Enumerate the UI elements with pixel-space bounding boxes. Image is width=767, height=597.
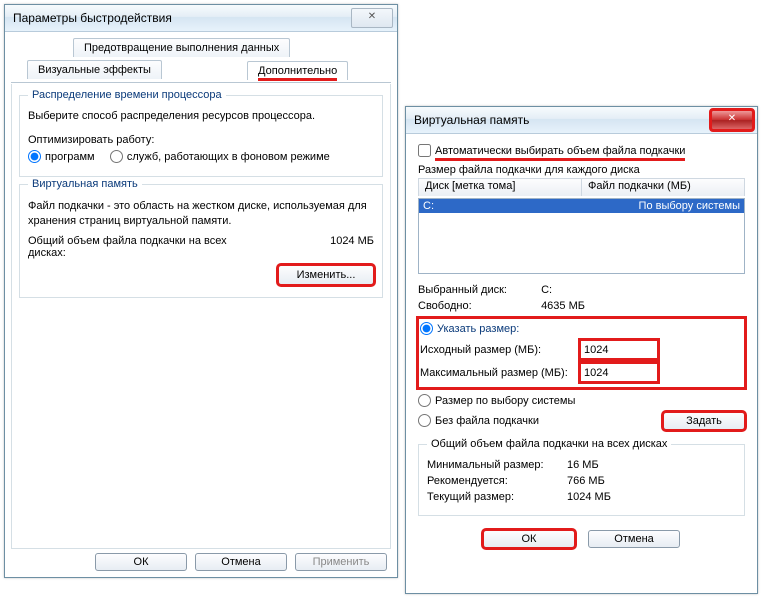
radio-services[interactable]: служб, работающих в фоновом режиме [110, 151, 330, 163]
recommended-label: Рекомендуется: [427, 475, 567, 487]
window-title: Виртуальная память [414, 113, 529, 127]
ok-button[interactable]: ОК [95, 553, 187, 571]
radio-custom-size[interactable]: Указать размер: [420, 323, 519, 335]
group-legend: Распределение времени процессора [28, 89, 226, 101]
group-totals: Общий объем файла подкачки на всех диска… [418, 444, 745, 516]
totals-legend: Общий объем файла подкачки на всех диска… [427, 438, 671, 450]
current-size-value: 1024 МБ [567, 491, 611, 503]
free-space-label: Свободно: [418, 300, 538, 312]
checkbox-auto-label: Автоматически выбирать объем файла подка… [435, 145, 685, 161]
selected-drive-value: C: [541, 284, 552, 296]
scheduling-desc: Выберите способ распределения ресурсов п… [28, 110, 374, 122]
cancel-button[interactable]: Отмена [588, 530, 680, 548]
initial-size-label: Исходный размер (МБ): [420, 344, 580, 356]
checkbox-auto-manage[interactable]: Автоматически выбирать объем файла подка… [418, 144, 745, 158]
radio-programs[interactable]: программ [28, 151, 95, 163]
titlebar: Виртуальная память ✕ [406, 107, 757, 134]
max-size-input[interactable] [580, 363, 658, 382]
optimize-label: Оптимизировать работу: [28, 134, 374, 146]
group-virtual-memory: Виртуальная память Файл подкачки - это о… [19, 184, 383, 298]
tab-panel-advanced: Распределение времени процессора Выберит… [11, 84, 391, 549]
max-size-label: Максимальный размер (МБ): [420, 367, 580, 379]
vm-desc: Файл подкачки - это область на жестком д… [28, 199, 374, 229]
min-size-label: Минимальный размер: [427, 459, 567, 471]
free-space-value: 4635 МБ [541, 300, 585, 312]
group-legend-vm: Виртуальная память [28, 178, 142, 190]
radio-custom-label: Указать размер: [437, 323, 519, 335]
drive-list-header: Диск [метка тома]Файл подкачки (МБ) [418, 178, 745, 196]
tab-advanced[interactable]: Дополнительно [247, 61, 348, 80]
per-drive-label: Размер файла подкачки для каждого диска [418, 164, 745, 176]
vm-total-value: 1024 МБ [330, 235, 374, 259]
drive-list[interactable]: C: По выбору системы [418, 198, 745, 274]
current-size-label: Текущий размер: [427, 491, 567, 503]
col-pagefile: Файл подкачки (МБ) [582, 179, 697, 196]
vm-total-label: Общий объем файла подкачки на всех диска… [28, 235, 258, 259]
performance-options-window: Параметры быстродействия ✕ Предотвращени… [4, 4, 398, 578]
close-icon: ✕ [368, 11, 376, 22]
ok-button[interactable]: ОК [483, 530, 575, 548]
tab-advanced-label: Дополнительно [258, 65, 337, 81]
drive-pagefile: По выбору системы [639, 200, 740, 212]
titlebar: Параметры быстродействия ✕ [5, 5, 397, 32]
apply-button[interactable]: Применить [295, 553, 387, 571]
radio-none-label: Без файла подкачки [435, 415, 539, 427]
cancel-button[interactable]: Отмена [195, 553, 287, 571]
window-title: Параметры быстродействия [13, 11, 172, 25]
radio-system-managed[interactable]: Размер по выбору системы [418, 395, 575, 407]
radio-system-label: Размер по выбору системы [435, 395, 575, 407]
custom-size-block: Указать размер: Исходный размер (МБ): Ма… [418, 318, 745, 388]
tab-visual-effects[interactable]: Визуальные эффекты [27, 60, 162, 79]
recommended-value: 766 МБ [567, 475, 605, 487]
tab-dep[interactable]: Предотвращение выполнения данных [73, 38, 290, 57]
close-button[interactable]: ✕ [711, 110, 753, 130]
drive-letter: C: [423, 200, 434, 212]
radio-programs-label: программ [45, 151, 95, 163]
dialog-buttons: ОК Отмена [418, 530, 745, 548]
dialog-buttons: ОК Отмена Применить [95, 553, 387, 571]
set-button[interactable]: Задать [663, 412, 745, 430]
radio-no-pagefile[interactable]: Без файла подкачки [418, 414, 539, 428]
col-drive: Диск [метка тома] [419, 179, 582, 196]
close-button[interactable]: ✕ [351, 8, 393, 28]
virtual-memory-window: Виртуальная память ✕ Автоматически выбир… [405, 106, 758, 594]
close-icon: ✕ [728, 113, 736, 124]
min-size-value: 16 МБ [567, 459, 599, 471]
vm-dialog-body: Автоматически выбирать объем файла подка… [406, 134, 757, 592]
group-processor-scheduling: Распределение времени процессора Выберит… [19, 95, 383, 177]
change-button[interactable]: Изменить... [278, 265, 374, 285]
drive-row-selected[interactable]: C: По выбору системы [419, 199, 744, 213]
selected-drive-label: Выбранный диск: [418, 284, 538, 296]
tab-strip: Предотвращение выполнения данных Визуаль… [11, 38, 391, 84]
radio-services-label: служб, работающих в фоновом режиме [127, 151, 330, 163]
initial-size-input[interactable] [580, 340, 658, 359]
